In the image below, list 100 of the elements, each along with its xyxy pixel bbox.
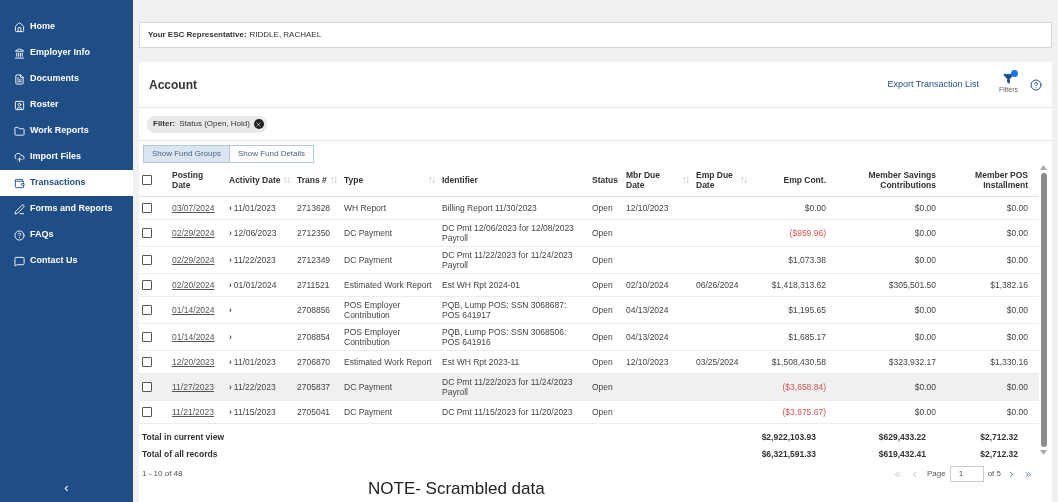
next-page-icon[interactable] bbox=[1007, 469, 1016, 479]
sidebar-item[interactable]: Work Reports bbox=[0, 118, 133, 144]
total-label: Total in current view bbox=[141, 431, 226, 444]
expand-arrow[interactable]: › bbox=[229, 280, 232, 290]
table-cell: 04/13/2024 bbox=[626, 332, 669, 342]
posting-date-link[interactable]: 03/07/2024 bbox=[172, 203, 215, 213]
posting-date-link[interactable]: 02/29/2024 bbox=[172, 255, 215, 265]
expand-arrow[interactable]: › bbox=[229, 332, 232, 342]
table-cell: DC Payment bbox=[344, 228, 393, 238]
note-text: NOTE- Scrambled data bbox=[368, 478, 545, 500]
total-value: $619,432.41 bbox=[877, 448, 927, 461]
collapse-button[interactable]: ‹ bbox=[56, 481, 77, 494]
scrollbar[interactable] bbox=[1039, 165, 1048, 455]
column-header[interactable]: Member POS Installment bbox=[942, 169, 1028, 190]
fund-tab[interactable]: Show Fund Groups bbox=[143, 145, 230, 163]
column-header[interactable]: Member Savings Contributions bbox=[832, 169, 936, 190]
expand-arrow[interactable]: › bbox=[229, 228, 232, 238]
expand-arrow[interactable]: › bbox=[229, 305, 232, 315]
column-header[interactable]: Mbr Due Date bbox=[626, 169, 680, 190]
scrollbar-thumb[interactable] bbox=[1040, 173, 1047, 447]
table-cell: $0.00 bbox=[804, 203, 826, 213]
table-cell: ($3,658.84) bbox=[782, 382, 826, 392]
row-checkbox[interactable] bbox=[142, 407, 152, 417]
sidebar-item[interactable]: Roster bbox=[0, 92, 133, 118]
sidebar-item[interactable]: Employer Info bbox=[0, 40, 133, 66]
table-cell: $1,685.17 bbox=[788, 332, 826, 342]
last-page-icon[interactable] bbox=[1024, 469, 1033, 479]
page-field[interactable]: 1 bbox=[949, 466, 984, 482]
table-cell: Open bbox=[592, 228, 613, 238]
sidebar-item[interactable]: Contact Us bbox=[0, 248, 133, 274]
page-label: Page bbox=[926, 468, 946, 480]
column-header[interactable]: Trans # bbox=[297, 174, 328, 185]
row-checkbox[interactable] bbox=[142, 280, 152, 290]
row-checkbox[interactable] bbox=[142, 228, 152, 238]
table-cell: $0.00 bbox=[914, 255, 936, 265]
sidebar-item[interactable]: FAQs bbox=[0, 222, 133, 248]
record-range: 1 - 10 of 48 bbox=[142, 468, 184, 480]
help-icon[interactable] bbox=[1030, 78, 1042, 91]
expand-arrow[interactable]: › bbox=[229, 357, 232, 367]
posting-date-link[interactable]: 01/14/2024 bbox=[172, 332, 215, 342]
table-cell: $0.00 bbox=[1006, 332, 1028, 342]
table-cell: Est WH Rpt 2024-01 bbox=[442, 280, 520, 290]
column-header[interactable]: Posting Date bbox=[172, 169, 223, 190]
table-cell: 2708854 bbox=[297, 332, 331, 342]
expand-arrow[interactable]: › bbox=[229, 255, 232, 265]
column-header[interactable]: Emp Cont. bbox=[754, 174, 826, 185]
posting-date-link[interactable]: 11/21/2023 bbox=[172, 407, 214, 417]
sidebar-item[interactable]: Import Files bbox=[0, 144, 133, 170]
table-cell: 2705041 bbox=[297, 407, 331, 417]
fund-tab[interactable]: Show Fund Details bbox=[229, 145, 315, 163]
column-header[interactable]: Emp Due Date bbox=[696, 169, 738, 190]
table-cell: $1,073.38 bbox=[788, 255, 826, 265]
filter-icon bbox=[1002, 73, 1014, 85]
row-checkbox[interactable] bbox=[142, 357, 152, 367]
sidebar-item[interactable]: Documents bbox=[0, 66, 133, 92]
row-checkbox[interactable] bbox=[142, 203, 152, 213]
column-header[interactable]: Type bbox=[344, 174, 426, 185]
posting-date-link[interactable]: 02/29/2024 bbox=[172, 228, 215, 238]
table-cell: 2712349 bbox=[297, 255, 331, 265]
row-checkbox[interactable] bbox=[142, 174, 152, 185]
table-cell: $1,330.16 bbox=[990, 357, 1028, 367]
bank-icon bbox=[14, 47, 25, 59]
table-cell: 12/06/2023 bbox=[233, 228, 277, 238]
posting-date-link[interactable]: 01/14/2024 bbox=[172, 305, 215, 315]
table-cell-text: PQB, Lump POS: SSN 3068687: POS 641917 bbox=[442, 300, 568, 320]
row-checkbox[interactable] bbox=[142, 332, 152, 342]
table-row[interactable]: 11/27/2023 › 11/22/2023 2705837 DC Payment DC Pmt 11/22/2023 for 11/24/2023 Payroll Open ($3,658.84) $0.00 $0.00 bbox=[139, 374, 1039, 401]
export-link[interactable]: Export Transaction List bbox=[887, 77, 979, 92]
column-header[interactable]: Status bbox=[592, 174, 620, 185]
column-header[interactable]: Identifier bbox=[442, 174, 586, 185]
table-cell: Open bbox=[592, 357, 613, 367]
filter-chip[interactable]: Filter: Status (Open, Hold) bbox=[147, 115, 267, 133]
total-value: $2,712.32 bbox=[979, 448, 1019, 461]
table-cell-text: PQB, Lump POS: SSN 3068506: POS 641916 bbox=[442, 327, 568, 347]
column-header[interactable]: Activity Date bbox=[229, 174, 281, 185]
posting-date-link[interactable]: 02/20/2024 bbox=[172, 280, 215, 290]
table-cell: 11/15/2023 bbox=[233, 407, 276, 417]
expand-arrow[interactable]: › bbox=[229, 382, 232, 392]
row-checkbox[interactable] bbox=[142, 305, 152, 315]
posting-date-link[interactable]: 12/20/2023 bbox=[172, 357, 215, 367]
posting-date-link[interactable]: 11/27/2023 bbox=[172, 382, 214, 392]
table-cell: Open bbox=[592, 255, 613, 265]
total-value: $629,433.22 bbox=[877, 431, 927, 444]
sidebar-item[interactable]: Transactions bbox=[0, 170, 133, 196]
table-cell: ($3,975.67) bbox=[782, 407, 826, 417]
sidebar-item[interactable]: Forms and Reports bbox=[0, 196, 133, 222]
scroll-down-icon[interactable] bbox=[1040, 450, 1047, 455]
row-checkbox[interactable] bbox=[142, 382, 152, 392]
table-cell: Billing Report 11/30/2023 bbox=[442, 203, 537, 213]
table-cell: 11/22/2023 bbox=[233, 255, 276, 265]
total-value: $2,922,103.93 bbox=[760, 431, 817, 444]
table-cell: 01/01/2024 bbox=[233, 280, 277, 290]
sidebar-item[interactable]: Home bbox=[0, 14, 133, 40]
expand-arrow[interactable]: › bbox=[229, 203, 232, 213]
scroll-up-icon[interactable] bbox=[1040, 165, 1047, 170]
row-checkbox[interactable] bbox=[142, 255, 152, 265]
expand-arrow[interactable]: › bbox=[229, 407, 232, 417]
table-cell: $1,418,313.62 bbox=[771, 280, 826, 290]
remove-filter-icon[interactable] bbox=[253, 119, 264, 129]
table-cell: $0.00 bbox=[914, 332, 936, 342]
